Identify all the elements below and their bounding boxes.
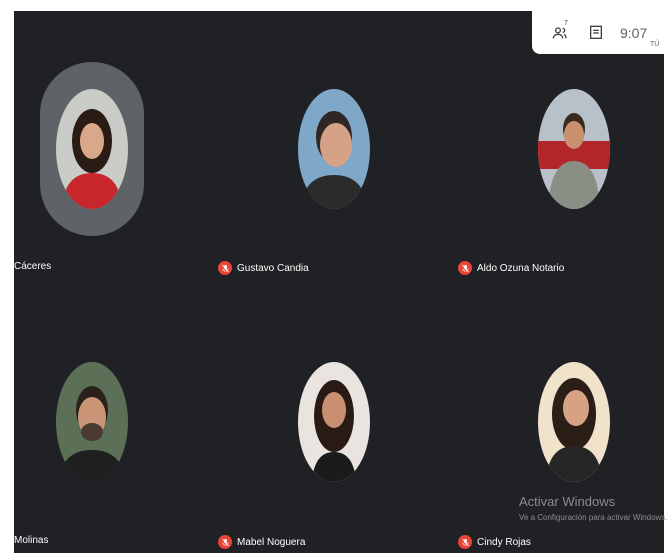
participant-name-row: Cáceres xyxy=(14,261,51,272)
participant-name: Molinas xyxy=(14,535,49,546)
participant-name-row: Aldo Ozuna Notario xyxy=(458,261,564,275)
windows-activation-watermark: Activar Windows Ve a Configuración para … xyxy=(519,494,668,522)
meeting-toolbar: 7 9:07 TÚ xyxy=(532,11,670,54)
watermark-subtitle: Ve a Configuración para activar Windows. xyxy=(519,513,668,522)
self-label: TÚ xyxy=(650,41,660,48)
avatar-participant-1[interactable] xyxy=(56,89,128,209)
participant-name: Aldo Ozuna Notario xyxy=(477,262,565,274)
participant-name-row: Cindy Rojas xyxy=(458,535,531,549)
watermark-title: Activar Windows xyxy=(519,494,616,509)
avatar-participant-5[interactable] xyxy=(298,362,370,482)
avatar-participant-4[interactable] xyxy=(56,362,128,482)
avatar-participant-3[interactable] xyxy=(538,89,610,209)
chat-button[interactable] xyxy=(578,11,614,54)
avatar-participant-6[interactable] xyxy=(538,362,610,482)
participant-name-row: Molinas xyxy=(14,535,48,546)
participant-name: Cindy Rojas xyxy=(477,536,531,548)
participants-button[interactable]: 7 xyxy=(542,11,578,54)
mic-off-icon xyxy=(458,535,472,549)
mic-off-icon xyxy=(218,261,232,275)
mic-off-icon xyxy=(218,535,232,549)
participant-name-row: Gustavo Candia xyxy=(218,261,309,275)
participant-count: 7 xyxy=(564,20,568,27)
clock-time: 9:07 xyxy=(620,24,648,41)
chat-icon xyxy=(590,25,602,39)
participant-name: Gustavo Candia xyxy=(237,262,309,274)
mic-off-icon xyxy=(458,261,472,275)
participant-name: Mabel Noguera xyxy=(237,536,306,548)
participant-name-row: Mabel Noguera xyxy=(218,535,305,549)
participant-name: Cáceres xyxy=(14,261,52,272)
avatar-participant-2[interactable] xyxy=(298,89,370,209)
